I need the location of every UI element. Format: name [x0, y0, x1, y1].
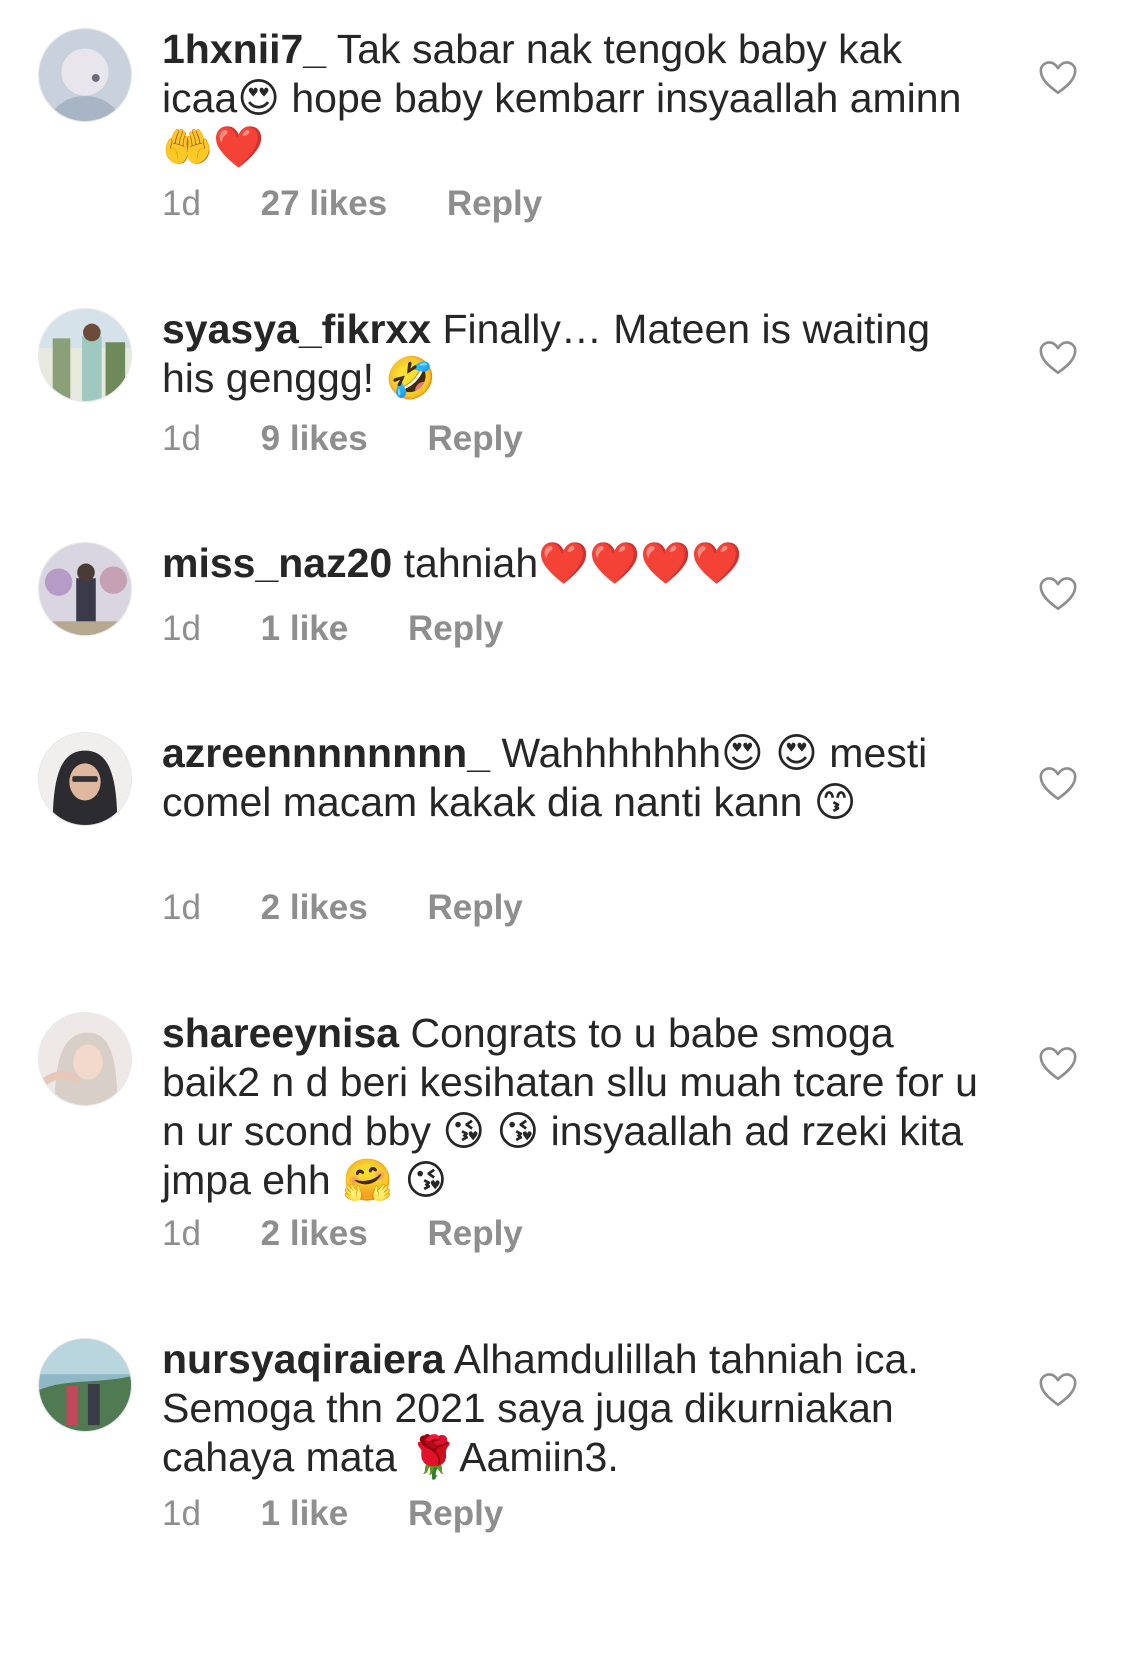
comment-username[interactable]: shareeynisa	[162, 1010, 399, 1056]
comment-likes[interactable]: 2 likes	[261, 1214, 368, 1254]
comment-meta: 1d 27 likes Reply	[162, 184, 542, 224]
comment-likes[interactable]: 1 like	[261, 1494, 349, 1534]
heart-outline-icon[interactable]	[1038, 1372, 1078, 1408]
comment-time: 1d	[162, 184, 201, 223]
comment-text: tahniah❤️❤️❤️❤️	[403, 540, 743, 586]
comment-likes[interactable]: 9 likes	[261, 419, 368, 459]
reply-button[interactable]: Reply	[408, 609, 503, 649]
comment-likes[interactable]: 2 likes	[261, 888, 368, 928]
reply-button[interactable]: Reply	[427, 419, 522, 459]
heart-outline-icon[interactable]	[1038, 1046, 1078, 1082]
comment-time: 1d	[162, 419, 201, 458]
comment-meta: 1d 2 likes Reply	[162, 888, 523, 928]
heart-outline-icon[interactable]	[1038, 766, 1078, 802]
comment-time: 1d	[162, 1214, 201, 1253]
comment-username[interactable]: miss_naz20	[162, 540, 392, 586]
heart-outline-icon[interactable]	[1038, 60, 1078, 96]
comment-meta: 1d 2 likes Reply	[162, 1214, 523, 1254]
comment-username[interactable]: 1hxnii7_	[162, 26, 326, 72]
reply-button[interactable]: Reply	[447, 184, 542, 224]
comment-meta: 1d 1 like Reply	[162, 609, 503, 649]
comment-username[interactable]: azreennnnnnnn_	[162, 730, 490, 776]
comment-time: 1d	[162, 609, 201, 648]
comment-time: 1d	[162, 1494, 201, 1533]
reply-button[interactable]: Reply	[427, 1214, 522, 1254]
comment-likes[interactable]: 1 like	[261, 609, 349, 649]
comment-time: 1d	[162, 888, 201, 927]
avatar[interactable]	[38, 542, 132, 636]
comment-username[interactable]: nursyaqiraiera	[162, 1336, 445, 1382]
comment-likes[interactable]: 27 likes	[261, 184, 388, 224]
comment-meta: 1d 9 likes Reply	[162, 419, 523, 459]
avatar[interactable]	[38, 28, 132, 122]
avatar[interactable]	[38, 308, 132, 402]
reply-button[interactable]: Reply	[408, 1494, 503, 1534]
avatar[interactable]	[38, 732, 132, 826]
comment-username[interactable]: syasya_fikrxx	[162, 306, 431, 352]
heart-outline-icon[interactable]	[1038, 340, 1078, 376]
avatar[interactable]	[38, 1012, 132, 1106]
reply-button[interactable]: Reply	[427, 888, 522, 928]
heart-outline-icon[interactable]	[1038, 576, 1078, 612]
comment-meta: 1d 1 like Reply	[162, 1494, 503, 1534]
avatar[interactable]	[38, 1338, 132, 1432]
